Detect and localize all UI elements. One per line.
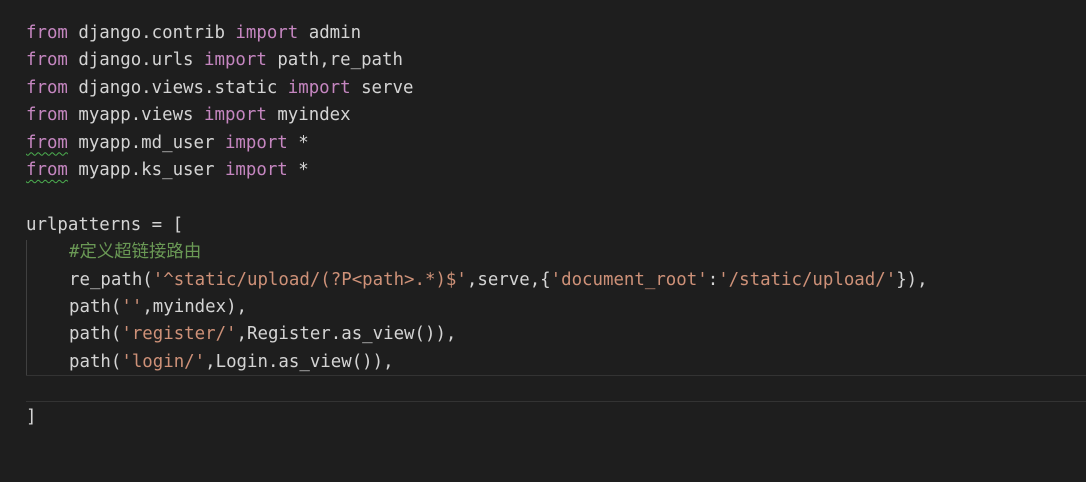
route-string: 'login/' bbox=[121, 351, 206, 372]
import-name: admin bbox=[298, 23, 362, 43]
code-line-close: ] bbox=[26, 404, 36, 431]
code-line-5: from myapp.md_user import * bbox=[26, 130, 309, 157]
route-string: 'register/' bbox=[121, 324, 237, 345]
urlpatterns-declaration: urlpatterns = [ bbox=[26, 214, 184, 235]
path-rest: ,myindex), bbox=[142, 297, 248, 317]
code-line-urlpatterns: urlpatterns = [ bbox=[26, 212, 183, 239]
path-rest: ,Login.as_view()), bbox=[205, 351, 394, 372]
import-name: serve bbox=[350, 77, 414, 98]
path-call: path( bbox=[69, 297, 122, 317]
module-name: django.contrib bbox=[67, 23, 236, 43]
keyword-import: import bbox=[204, 50, 267, 71]
module-name: myapp.ks_user bbox=[67, 160, 225, 180]
module-name: myapp.views bbox=[67, 105, 205, 126]
code-line-3: from django.views.static import serve bbox=[26, 75, 413, 102]
keyword-import: import bbox=[204, 105, 267, 126]
regex-string: '^static/upload/(?P<path>.*)$' bbox=[152, 269, 467, 290]
code-line-2: from django.urls import path,re_path bbox=[26, 47, 403, 74]
route-comment: #定义超链接路由 bbox=[69, 242, 202, 263]
re-path-close: }), bbox=[896, 269, 928, 290]
code-line-1: from django.contrib import admin bbox=[26, 20, 361, 47]
import-name: * bbox=[287, 132, 309, 153]
dict-value-string: '/static/upload/' bbox=[718, 269, 897, 290]
code-line-path-index: path('',myindex), bbox=[69, 294, 247, 321]
keyword-import: import bbox=[224, 132, 288, 153]
import-name: path,re_path bbox=[266, 50, 403, 71]
current-line-highlight[interactable] bbox=[26, 375, 1086, 402]
module-name: django.urls bbox=[67, 50, 205, 71]
keyword-import: import bbox=[235, 23, 299, 43]
path-call: path( bbox=[69, 324, 122, 345]
code-line-6: from myapp.ks_user import * bbox=[26, 157, 309, 184]
keyword-from-warning[interactable]: from bbox=[26, 160, 68, 180]
code-line-4: from myapp.views import myindex bbox=[26, 102, 351, 129]
module-name: django.views.static bbox=[67, 77, 288, 98]
code-line-path-register: path('register/',Register.as_view()), bbox=[69, 321, 456, 348]
keyword-import: import bbox=[224, 160, 288, 180]
docstring-fragment: """ bbox=[26, 0, 57, 4]
code-line-re-path: re_path('^static/upload/(?P<path>.*)$',s… bbox=[69, 267, 928, 294]
keyword-import: import bbox=[287, 77, 351, 98]
code-line-comment: #定义超链接路由 bbox=[69, 239, 201, 266]
keyword-from: from bbox=[26, 77, 68, 98]
dict-colon: : bbox=[707, 269, 719, 290]
indent-guide bbox=[26, 240, 27, 375]
import-name: * bbox=[287, 160, 309, 180]
path-rest: ,Register.as_view()), bbox=[236, 324, 457, 345]
path-call: path( bbox=[69, 351, 122, 372]
code-editor[interactable]: """ from django.contrib import admin fro… bbox=[0, 0, 1086, 482]
keyword-from: from bbox=[26, 105, 68, 126]
closing-bracket: ] bbox=[26, 406, 37, 427]
dict-key-string: 'document_root' bbox=[550, 269, 708, 290]
keyword-from: from bbox=[26, 23, 68, 43]
code-line-path-login: path('login/',Login.as_view()), bbox=[69, 349, 394, 376]
module-name: myapp.md_user bbox=[67, 132, 225, 153]
serve-args: ,serve,{ bbox=[466, 269, 551, 290]
route-string: '' bbox=[121, 297, 143, 317]
keyword-from-warning[interactable]: from bbox=[26, 133, 68, 153]
re-path-call: re_path( bbox=[69, 269, 153, 290]
keyword-from: from bbox=[26, 50, 68, 71]
import-name: myindex bbox=[266, 105, 351, 126]
